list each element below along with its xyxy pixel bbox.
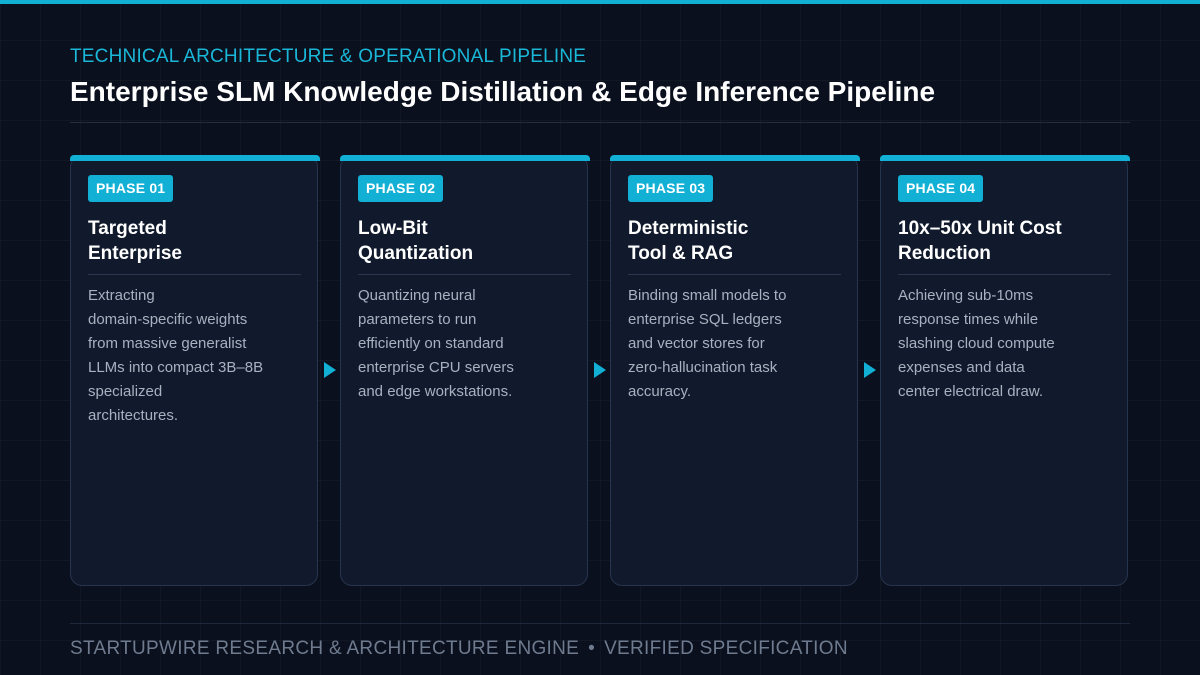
- phase-badge: PHASE 02: [358, 175, 444, 202]
- phase-card-03: PHASE 03 Deterministic Tool & RAG Bindin…: [610, 155, 860, 586]
- header-divider: [70, 122, 1130, 123]
- phase-badge: PHASE 03: [628, 175, 714, 202]
- phase-title: Deterministic Tool & RAG: [628, 218, 749, 264]
- page-title: Enterprise SLM Knowledge Distillation & …: [70, 76, 936, 107]
- card-divider: [628, 274, 841, 275]
- card-accent-bar: [70, 155, 320, 161]
- phase-card-01: PHASE 01 Targeted Enterprise Extracting …: [70, 155, 320, 586]
- footer: STARTUPWIRE RESEARCH & ARCHITECTURE ENGI…: [70, 638, 848, 660]
- footer-source: STARTUPWIRE RESEARCH & ARCHITECTURE ENGI…: [70, 638, 580, 659]
- phase-card-04: PHASE 04 10x–50x Unit Cost Reduction Ach…: [880, 155, 1130, 586]
- card-divider: [898, 274, 1111, 275]
- phase-description: Binding small models to enterprise SQL l…: [628, 287, 787, 400]
- phase-description: Achieving sub-10ms response times while …: [898, 287, 1055, 400]
- card-divider: [358, 274, 571, 275]
- footer-separator: •: [588, 638, 596, 659]
- arrow-right-icon: [864, 362, 876, 378]
- card-accent-bar: [610, 155, 860, 161]
- phase-badge: PHASE 01: [88, 175, 174, 202]
- footer-status: VERIFIED SPECIFICATION: [604, 638, 848, 659]
- phase-card-02: PHASE 02 Low-Bit Quantization Quantizing…: [340, 155, 590, 586]
- phase-title: Low-Bit Quantization: [358, 218, 474, 264]
- section-kicker: TECHNICAL ARCHITECTURE & OPERATIONAL PIP…: [70, 46, 587, 67]
- footer-divider: [70, 623, 1130, 624]
- top-accent-bar: [0, 0, 1200, 4]
- card-accent-bar: [340, 155, 590, 161]
- phase-badge: PHASE 04: [898, 175, 984, 202]
- phase-title: Targeted Enterprise: [88, 218, 182, 264]
- phase-title: 10x–50x Unit Cost Reduction: [898, 218, 1062, 264]
- card-divider: [88, 274, 301, 275]
- phase-description: Quantizing neural parameters to run effi…: [358, 287, 514, 400]
- phase-description: Extracting domain-specific weights from …: [88, 287, 264, 424]
- arrow-right-icon: [594, 362, 606, 378]
- card-accent-bar: [880, 155, 1130, 161]
- arrow-right-icon: [324, 362, 336, 378]
